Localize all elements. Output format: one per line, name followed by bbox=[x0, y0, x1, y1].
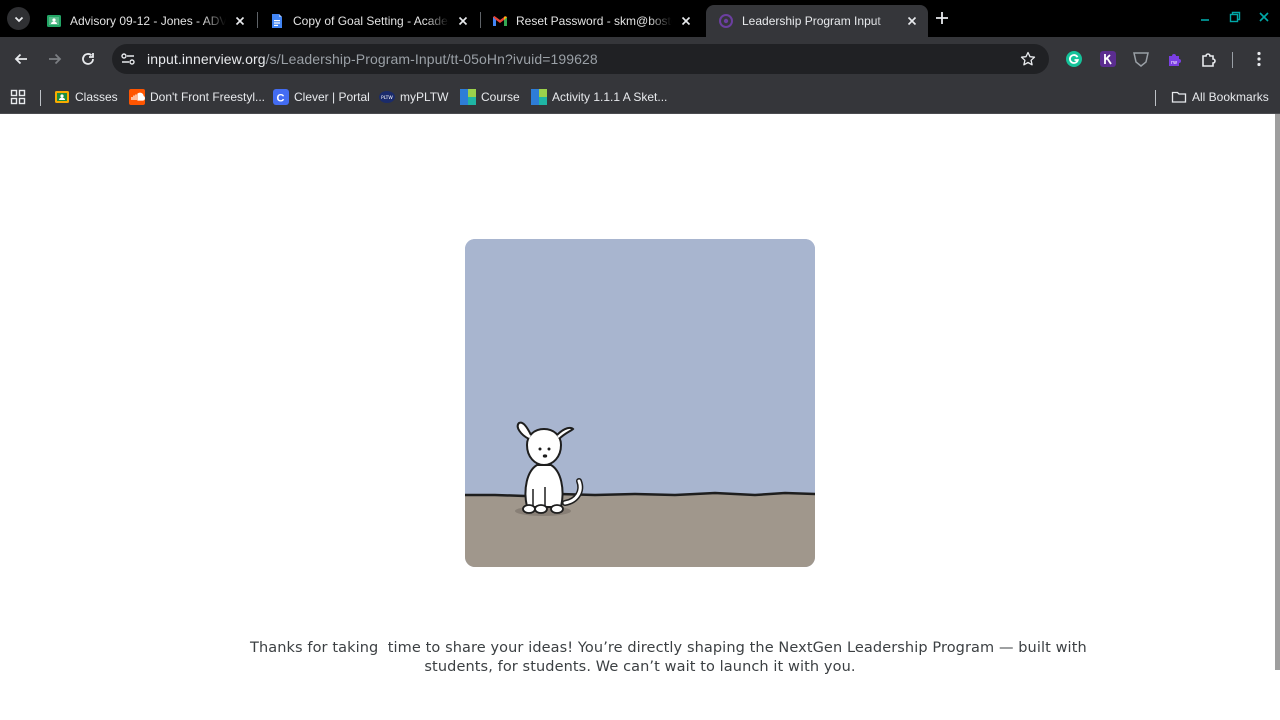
bookmark-label: Clever | Portal bbox=[294, 90, 370, 104]
bookmark-activity[interactable]: Activity 1.1.1 A Sket... bbox=[531, 87, 667, 107]
bookmark-classes[interactable]: Classes bbox=[54, 87, 118, 107]
pltw-icon: PLTW bbox=[379, 89, 395, 105]
tab-goal-setting[interactable]: Copy of Goal Setting - Academic bbox=[257, 5, 479, 37]
bookmark-dont-front-freestyle[interactable]: Don't Front Freestyl... bbox=[129, 87, 265, 107]
arrow-left-icon bbox=[14, 53, 27, 65]
forward-button[interactable] bbox=[44, 48, 66, 70]
bookmark-label: Activity 1.1.1 A Sket... bbox=[552, 90, 668, 104]
all-bookmarks-button[interactable]: All Bookmarks bbox=[1171, 87, 1269, 107]
bookmark-course[interactable]: Course bbox=[460, 87, 520, 107]
plus-icon bbox=[936, 12, 948, 24]
course-icon bbox=[531, 89, 547, 105]
tab-leadership-program-input[interactable]: Leadership Program Input bbox=[706, 5, 928, 37]
course-icon bbox=[460, 89, 476, 105]
svg-text:C: C bbox=[277, 93, 285, 105]
gmail-icon bbox=[492, 13, 508, 29]
bookmarks-bar: Classes Don't Front Freestyl... C Clever… bbox=[0, 81, 1280, 114]
folder-icon bbox=[1171, 89, 1187, 105]
bookmark-label: myPLTW bbox=[400, 90, 449, 104]
bookmark-separator bbox=[40, 90, 41, 106]
bookmark-mypltw[interactable]: PLTW myPLTW bbox=[379, 87, 448, 107]
back-button[interactable] bbox=[10, 48, 32, 70]
close-icon[interactable] bbox=[904, 13, 920, 29]
tab-reset-password[interactable]: Reset Password - skm@boston bbox=[480, 5, 702, 37]
svg-text:PLTW: PLTW bbox=[381, 95, 393, 101]
close-icon[interactable] bbox=[232, 13, 248, 29]
innerview-icon bbox=[718, 13, 734, 29]
kebab-menu-icon bbox=[1257, 51, 1261, 67]
all-bookmarks-label: All Bookmarks bbox=[1192, 90, 1269, 104]
apps-grid-icon bbox=[10, 89, 26, 105]
address-bar[interactable]: input.innerview.org/s/Leadership-Program… bbox=[112, 44, 1049, 74]
tab-title: Advisory 09-12 - Jones - ADV(MS1) - Peri… bbox=[70, 14, 226, 28]
reload-button[interactable] bbox=[77, 48, 99, 70]
extensions-puzzle-icon[interactable] bbox=[1199, 49, 1219, 69]
reload-icon bbox=[82, 53, 94, 65]
new-tab-button[interactable] bbox=[932, 8, 952, 28]
tab-title: Leadership Program Input bbox=[742, 14, 881, 28]
minimize-button[interactable] bbox=[1197, 9, 1213, 25]
shield-icon[interactable] bbox=[1131, 49, 1151, 69]
bookmark-label: Classes bbox=[75, 90, 118, 104]
tab-advisory[interactable]: Advisory 09-12 - Jones - ADV(MS1) - Peri… bbox=[34, 5, 256, 37]
restore-icon bbox=[1229, 11, 1241, 23]
message-line-2: students, for students. We can’t wait to… bbox=[424, 659, 856, 675]
thank-you-illustration bbox=[465, 239, 815, 567]
google-docs-icon bbox=[269, 13, 285, 29]
minimize-icon bbox=[1201, 19, 1209, 21]
soundcloud-icon bbox=[129, 89, 145, 105]
scrollbar[interactable] bbox=[1275, 114, 1280, 670]
site-info-icon[interactable] bbox=[120, 51, 136, 67]
thank-you-message: Thanks for taking time to share your ide… bbox=[250, 639, 1087, 677]
url-host: input.innerview.org bbox=[147, 51, 266, 67]
close-window-button[interactable] bbox=[1256, 9, 1272, 25]
close-icon[interactable] bbox=[678, 13, 694, 29]
svg-text:rw: rw bbox=[1171, 60, 1177, 66]
grammarly-icon[interactable] bbox=[1064, 49, 1084, 69]
restore-button[interactable] bbox=[1227, 9, 1243, 25]
bookmark-clever-portal[interactable]: C Clever | Portal bbox=[273, 87, 370, 107]
extension-puzzle-purple-icon[interactable]: rw bbox=[1165, 49, 1185, 69]
bookmark-label: Don't Front Freestyl... bbox=[150, 90, 265, 104]
url-path: /s/Leadership-Program-Input/tt-05oHn?ivu… bbox=[265, 51, 598, 67]
bookmark-label: Course bbox=[481, 90, 520, 104]
kami-icon[interactable] bbox=[1098, 49, 1118, 69]
close-icon bbox=[1259, 12, 1269, 22]
url-text[interactable]: input.innerview.org/s/Leadership-Program… bbox=[147, 51, 598, 67]
apps-button[interactable] bbox=[10, 87, 26, 107]
google-classroom-icon bbox=[54, 89, 70, 105]
tab-title: Copy of Goal Setting - Academic bbox=[293, 14, 449, 28]
message-line-1: Thanks for taking time to share your ide… bbox=[250, 640, 1087, 656]
tab-search-button[interactable] bbox=[7, 7, 30, 30]
menu-button[interactable] bbox=[1249, 49, 1269, 69]
bookmark-separator bbox=[1155, 90, 1156, 106]
clever-icon: C bbox=[273, 89, 289, 105]
tab-title: Reset Password - skm@boston bbox=[516, 14, 672, 28]
dog-sitting-illustration bbox=[465, 239, 815, 567]
tab-strip: Advisory 09-12 - Jones - ADV(MS1) - Peri… bbox=[0, 0, 1280, 37]
bookmark-star-icon[interactable] bbox=[1019, 50, 1037, 68]
arrow-right-icon bbox=[49, 53, 62, 65]
toolbar: input.innerview.org/s/Leadership-Program… bbox=[0, 37, 1280, 81]
toolbar-separator bbox=[1232, 52, 1233, 68]
chevron-down-icon bbox=[14, 16, 23, 22]
close-icon[interactable] bbox=[455, 13, 471, 29]
google-classroom-icon bbox=[46, 13, 62, 29]
